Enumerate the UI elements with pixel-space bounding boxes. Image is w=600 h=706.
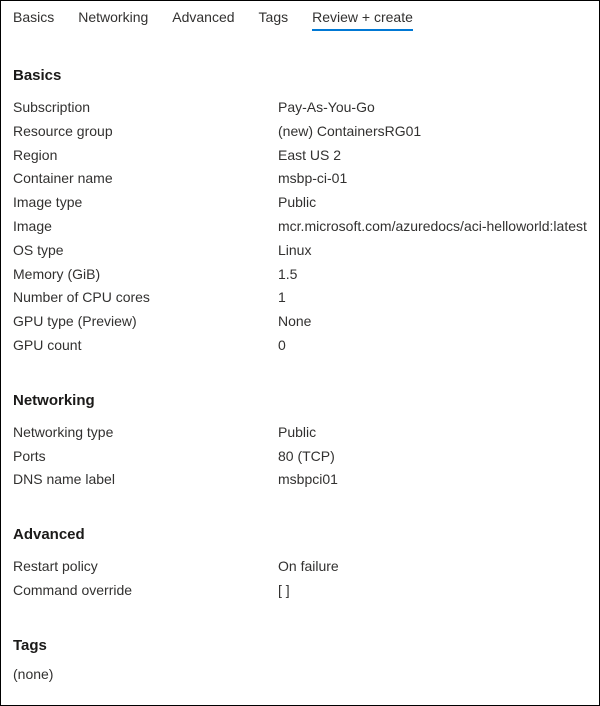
value-restart-policy: On failure [278,555,339,579]
row-restart-policy: Restart policy On failure [13,555,587,579]
label-os-type: OS type [13,239,278,263]
tab-basics[interactable]: Basics [13,9,54,31]
value-cpu-cores: 1 [278,286,286,310]
value-os-type: Linux [278,239,311,263]
review-create-panel: Basics Networking Advanced Tags Review +… [0,0,600,706]
label-ports: Ports [13,445,278,469]
row-ports: Ports 80 (TCP) [13,445,587,469]
label-image-type: Image type [13,191,278,215]
row-command-override: Command override [ ] [13,579,587,603]
section-advanced: Advanced Restart policy On failure Comma… [13,526,587,603]
row-memory: Memory (GiB) 1.5 [13,263,587,287]
value-resource-group: (new) ContainersRG01 [278,120,421,144]
value-gpu-count: 0 [278,334,286,358]
label-memory: Memory (GiB) [13,263,278,287]
label-gpu-count: GPU count [13,334,278,358]
label-container-name: Container name [13,167,278,191]
section-networking: Networking Networking type Public Ports … [13,392,587,492]
value-networking-type: Public [278,421,316,445]
row-region: Region East US 2 [13,144,587,168]
value-ports: 80 (TCP) [278,445,335,469]
section-title-basics: Basics [13,67,587,84]
value-image-type: Public [278,191,316,215]
row-os-type: OS type Linux [13,239,587,263]
row-resource-group: Resource group (new) ContainersRG01 [13,120,587,144]
value-tags-none: (none) [13,666,587,682]
label-restart-policy: Restart policy [13,555,278,579]
label-gpu-type: GPU type (Preview) [13,310,278,334]
row-dns-name: DNS name label msbpci01 [13,468,587,492]
label-region: Region [13,144,278,168]
row-image-type: Image type Public [13,191,587,215]
value-memory: 1.5 [278,263,297,287]
tab-networking[interactable]: Networking [78,9,148,31]
row-gpu-count: GPU count 0 [13,334,587,358]
section-title-tags: Tags [13,637,587,654]
label-cpu-cores: Number of CPU cores [13,286,278,310]
value-subscription: Pay-As-You-Go [278,96,375,120]
value-container-name: msbp-ci-01 [278,167,347,191]
label-networking-type: Networking type [13,421,278,445]
row-gpu-type: GPU type (Preview) None [13,310,587,334]
section-title-advanced: Advanced [13,526,587,543]
label-image: Image [13,215,278,239]
row-networking-type: Networking type Public [13,421,587,445]
tab-bar: Basics Networking Advanced Tags Review +… [13,9,587,33]
label-resource-group: Resource group [13,120,278,144]
tab-review-create[interactable]: Review + create [312,9,413,31]
row-image: Image mcr.microsoft.com/azuredocs/aci-he… [13,215,587,239]
section-basics: Basics Subscription Pay-As-You-Go Resour… [13,67,587,358]
label-dns-name: DNS name label [13,468,278,492]
tab-advanced[interactable]: Advanced [172,9,234,31]
row-cpu-cores: Number of CPU cores 1 [13,286,587,310]
value-dns-name: msbpci01 [278,468,338,492]
row-container-name: Container name msbp-ci-01 [13,167,587,191]
label-command-override: Command override [13,579,278,603]
value-region: East US 2 [278,144,341,168]
value-gpu-type: None [278,310,311,334]
value-image: mcr.microsoft.com/azuredocs/aci-hellowor… [278,215,587,239]
tab-tags[interactable]: Tags [259,9,289,31]
label-subscription: Subscription [13,96,278,120]
section-title-networking: Networking [13,392,587,409]
row-subscription: Subscription Pay-As-You-Go [13,96,587,120]
section-tags: Tags (none) [13,637,587,682]
value-command-override: [ ] [278,579,290,603]
